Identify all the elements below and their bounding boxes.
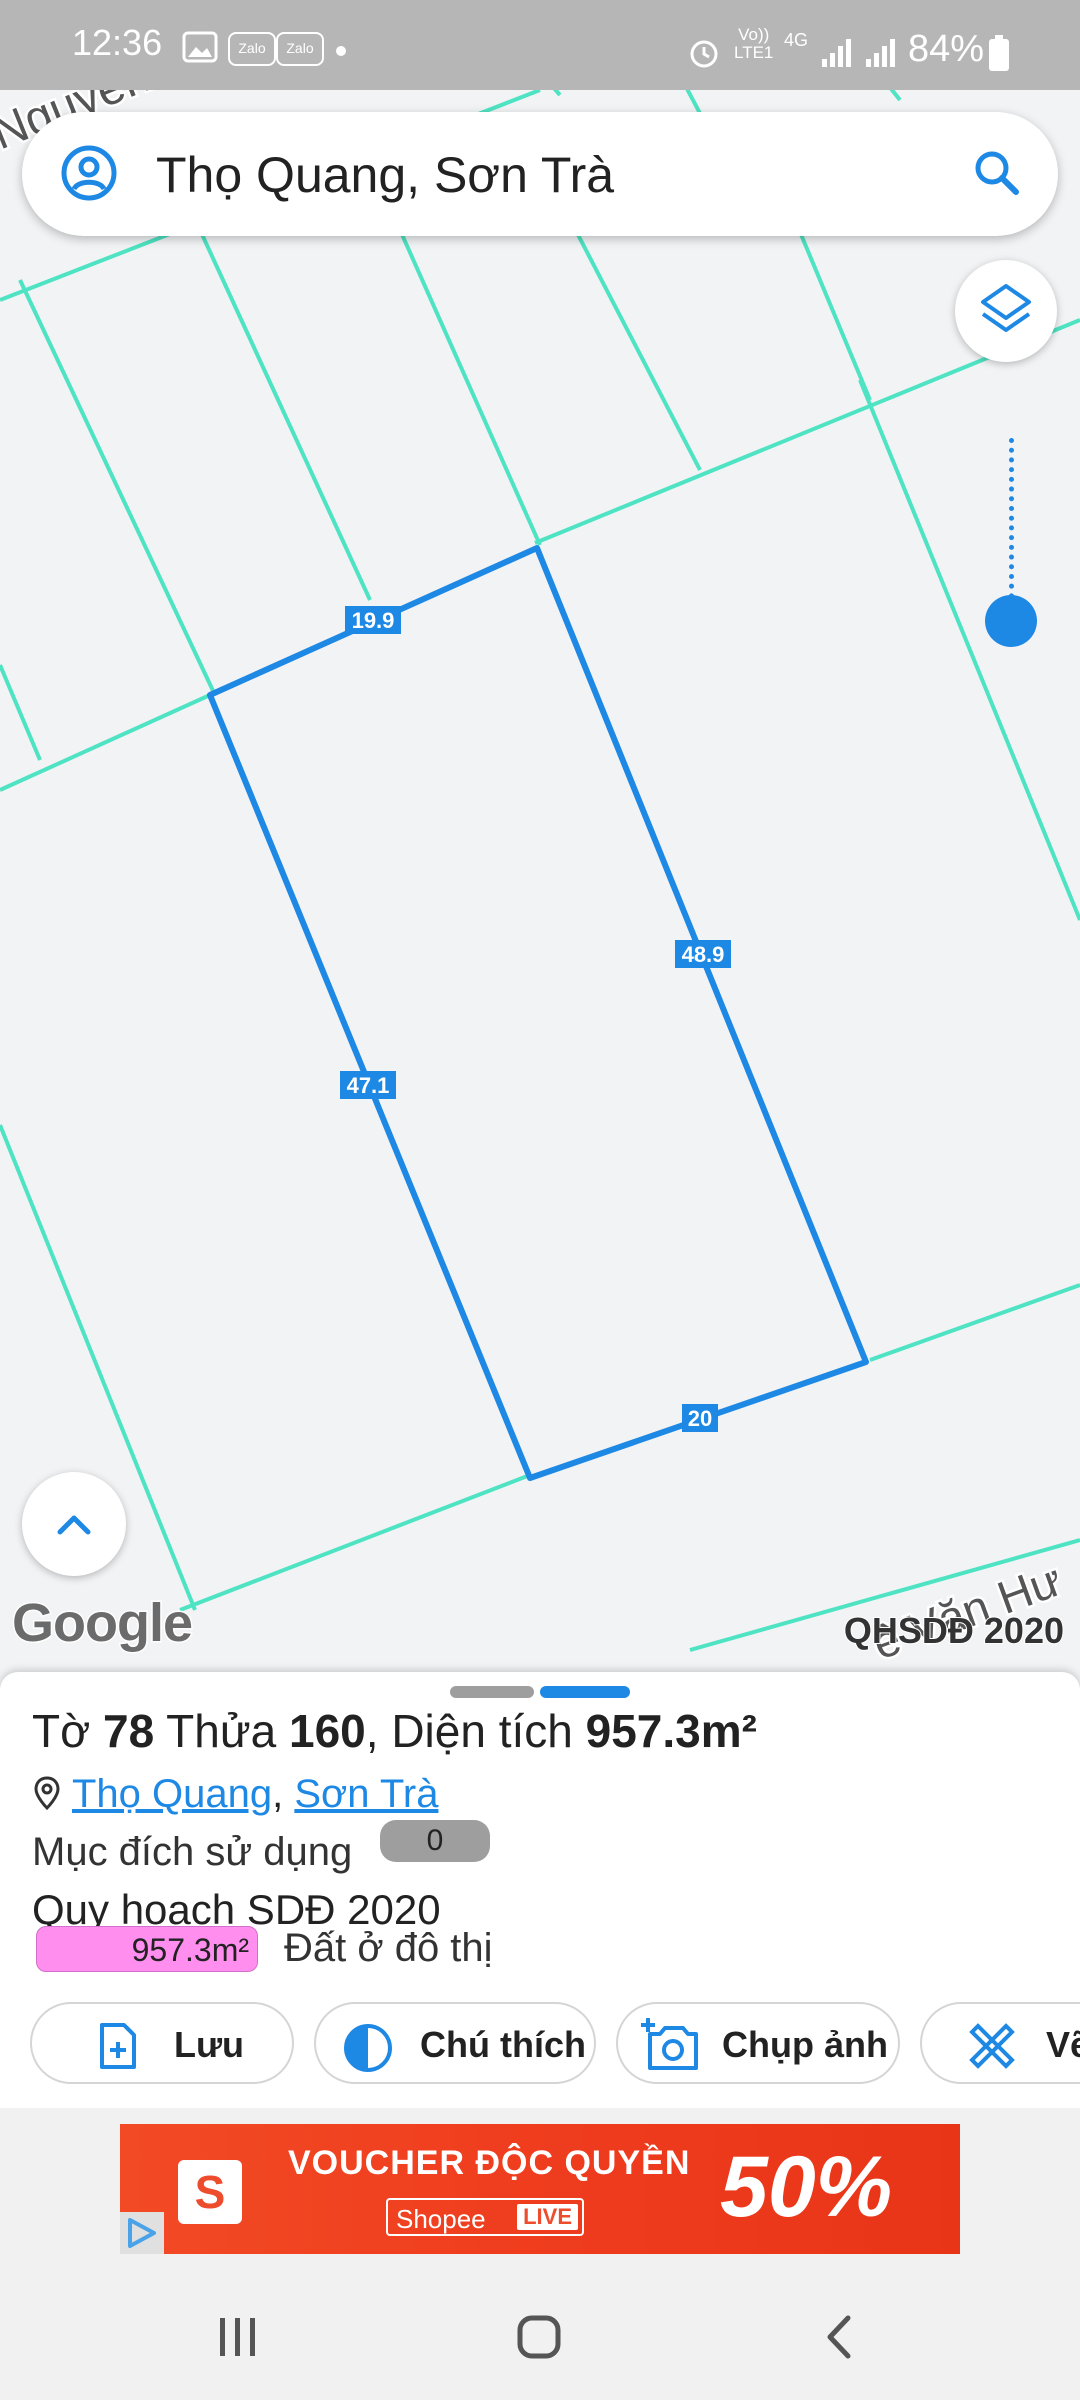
- lte-label: LTE1: [734, 43, 774, 62]
- save-button-label: Lưu: [174, 2024, 245, 2065]
- area-value: 957.3m²: [585, 1705, 757, 1757]
- sheet-handle-active[interactable]: [540, 1686, 630, 1698]
- status-bar: 12:36 Zalo Zalo Vo)) LTE1 4G 84%: [0, 0, 1080, 90]
- battery-percent: 84%: [908, 28, 985, 70]
- zalo-icon: Zalo: [276, 32, 324, 66]
- search-input[interactable]: Thọ Quang, Sơn Trà: [156, 146, 614, 204]
- edge-length-label: 48.9: [682, 942, 725, 967]
- edge-length-label: 19.9: [352, 608, 395, 633]
- recent-apps-icon[interactable]: [216, 2316, 260, 2363]
- legend-button[interactable]: Chú thích: [314, 2002, 596, 2084]
- draw-button[interactable]: Vẽ: [920, 2002, 1080, 2084]
- legend-button-label: Chú thích: [420, 2024, 586, 2065]
- district-link[interactable]: Sơn Trà: [294, 1772, 438, 1816]
- plot-number: 160: [289, 1705, 366, 1757]
- selected-parcel[interactable]: [207, 545, 869, 1481]
- shopee-bag-icon: S: [178, 2160, 242, 2224]
- account-circle-icon[interactable]: [60, 144, 118, 202]
- edge-length-label: 20: [688, 1406, 712, 1431]
- google-logo: Google: [11, 1592, 195, 1655]
- ward-link[interactable]: Thọ Quang: [72, 1772, 272, 1816]
- search-icon[interactable]: [970, 146, 1024, 200]
- sheet-handle[interactable]: [450, 1686, 534, 1698]
- add-camera-icon: [640, 2016, 698, 2070]
- map-view[interactable]: Nguyễn Trực ê Văn Hư 19.9 48.9 47.1 20: [0, 90, 1080, 1680]
- home-icon[interactable]: [516, 2314, 562, 2365]
- capture-button-label: Chụp ảnh: [722, 2024, 888, 2065]
- parcel-map: Nguyễn Trực ê Văn Hư 19.9 48.9 47.1 20: [0, 90, 1080, 1672]
- back-icon[interactable]: [822, 2314, 858, 2365]
- layers-icon: [979, 282, 1033, 343]
- network-type: 4G: [784, 30, 809, 50]
- ad-headline: VOUCHER ĐỘC QUYỀN: [288, 2144, 691, 2182]
- sheet-number: 78: [103, 1705, 155, 1757]
- sheet-label: Tờ: [32, 1705, 91, 1757]
- opacity-slider-handle[interactable]: [985, 595, 1037, 647]
- parcel-location: Thọ Quang, Sơn Trà: [32, 1772, 438, 1817]
- gallery-icon: [182, 30, 218, 72]
- parcel-info-sheet: Tờ 78 Thửa 160, Diện tích 957.3m² Thọ Qu…: [0, 1672, 1080, 2108]
- ad-banner-area: S VOUCHER ĐỘC QUYỀN Shopee LIVE 50%: [0, 2108, 1080, 2272]
- expand-sheet-button[interactable]: [22, 1472, 126, 1576]
- battery-icon: [988, 34, 1010, 81]
- volte-label: Vo)): [738, 25, 770, 44]
- plan-landuse: Đất ở đô thị: [284, 1926, 493, 1970]
- alarm-icon: [686, 34, 722, 79]
- shopee-ad[interactable]: S VOUCHER ĐỘC QUYỀN Shopee LIVE 50%: [120, 2124, 960, 2254]
- signal-icon: [820, 36, 854, 78]
- purpose-badge: 0: [380, 1820, 490, 1862]
- status-time: 12:36: [72, 22, 163, 63]
- neighbor-parcel-lines: [0, 90, 1080, 1652]
- add-file-icon: [96, 2022, 140, 2069]
- layer-name-label: QHSDĐ 2020: [843, 1609, 1065, 1652]
- edge-length-label: 47.1: [347, 1073, 390, 1098]
- ad-brand: Shopee: [396, 2204, 486, 2234]
- signal-icon: [864, 36, 898, 78]
- save-button[interactable]: Lưu: [30, 2002, 294, 2084]
- half-circle-icon: [342, 2022, 392, 2072]
- plan-area-badge: 957.3m²: [36, 1926, 258, 1972]
- zalo-icon: Zalo: [228, 32, 276, 66]
- capture-button[interactable]: Chụp ảnh: [616, 2002, 900, 2084]
- search-bar[interactable]: Thọ Quang, Sơn Trà: [22, 112, 1058, 236]
- ad-choices-icon[interactable]: [120, 2212, 164, 2254]
- layers-button[interactable]: [955, 260, 1057, 362]
- opacity-slider-track[interactable]: [1009, 438, 1014, 618]
- shopee-live-badge: Shopee LIVE: [386, 2198, 584, 2236]
- ruler-pencil-icon: [966, 2020, 1015, 2069]
- chevron-up-icon: [56, 1508, 92, 1543]
- area-label: Diện tích: [391, 1705, 573, 1757]
- ad-percent: 50%: [720, 2139, 893, 2235]
- purpose-label: Mục đích sử dụng: [32, 1830, 353, 1874]
- plot-label: Thửa: [166, 1705, 277, 1757]
- draw-button-label: Vẽ: [1046, 2024, 1080, 2065]
- parcel-title: Tờ 78 Thửa 160, Diện tích 957.3m²: [32, 1705, 757, 1757]
- dot-icon: [336, 46, 346, 56]
- system-nav-bar: [0, 2272, 1080, 2400]
- ad-live: LIVE: [517, 2204, 578, 2230]
- location-pin-icon: [34, 1776, 60, 1811]
